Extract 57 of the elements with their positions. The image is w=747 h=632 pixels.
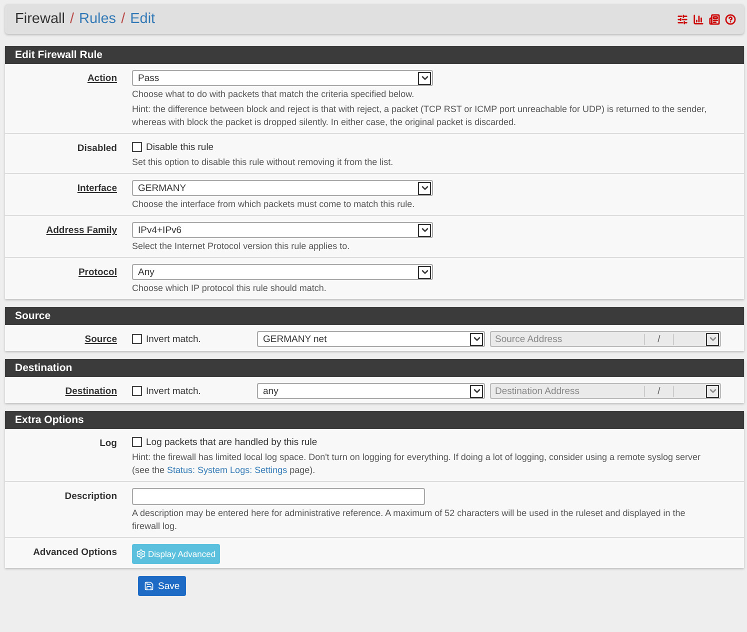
help-text: Set this option to disable this rule without removing it from the list.	[132, 156, 394, 169]
checkbox[interactable]	[132, 142, 142, 152]
description-field[interactable]	[132, 488, 425, 505]
dropdown[interactable]: IPv4+IPv6	[132, 222, 433, 238]
field-label: Protocol	[78, 266, 117, 280]
caret-icon	[706, 332, 719, 346]
help-text: Hint: the firewall has limited local log space. Don't turn on logging for everything. If doing a lot of logging, consider using a remote syslog server (see the Status: System Logs: Settings page).	[132, 451, 702, 477]
dropdown[interactable]: Pass	[132, 70, 433, 86]
field-label: Interface	[77, 182, 117, 196]
gear-icon	[136, 549, 146, 559]
help-text: Choose the interface from which packets must come to match this rule.	[132, 198, 416, 211]
address-field: Destination Address /	[490, 383, 721, 399]
field-label: Action	[87, 72, 117, 86]
checkbox[interactable]	[132, 386, 142, 396]
sliders-icon[interactable]	[677, 14, 688, 24]
address-field: Source Address /	[490, 331, 721, 347]
checkbox-option[interactable]: Log packets that are handled by this rule	[132, 435, 318, 449]
caret-icon	[418, 72, 431, 84]
field-label: Address Family	[46, 224, 117, 238]
caret-icon	[418, 266, 431, 278]
dropdown[interactable]: Any	[132, 264, 433, 280]
dropdown[interactable]: GERMANY net	[257, 331, 485, 347]
caret-icon	[470, 332, 483, 346]
field-label: Destination	[65, 385, 117, 399]
save-button[interactable]: Save	[138, 576, 186, 596]
checkbox-option[interactable]: Invert match.	[132, 332, 257, 346]
save-icon	[144, 581, 154, 591]
help-icon[interactable]	[725, 14, 736, 24]
breadcrumb-text: Firewall	[15, 11, 65, 27]
help-text: Choose what to do with packets that match the criteria specified below.	[132, 88, 416, 101]
field-label: Advanced Options	[33, 546, 117, 560]
help-text: Choose which IP protocol this rule should match.	[132, 282, 328, 295]
settings-link[interactable]: Status: System Logs: Settings	[167, 465, 288, 475]
bar-chart-icon[interactable]	[693, 14, 704, 24]
checkbox[interactable]	[132, 334, 142, 344]
caret-icon	[470, 384, 483, 398]
section-title: Destination	[5, 359, 744, 377]
caret-icon	[418, 224, 431, 236]
field-label: Description	[64, 490, 117, 504]
caret-icon	[706, 384, 719, 398]
help-text: Select the Internet Protocol version this rule applies to.	[132, 240, 351, 253]
field-label: Disabled	[77, 142, 117, 156]
checkbox-option[interactable]: Disable this rule	[132, 140, 214, 154]
help-text: A description may be entered here for administrative reference. A maximum of 52 characters will be used in the ruleset and displayed in the firewall log.	[132, 507, 686, 533]
dropdown[interactable]: any	[257, 383, 485, 399]
separator: /	[121, 11, 126, 27]
field-label: Log	[100, 437, 117, 451]
checkbox-option[interactable]: Invert match.	[132, 384, 257, 398]
caret-icon	[418, 182, 431, 194]
field-label: Source	[84, 333, 117, 347]
help-text: Hint: the difference between block and reject is that with reject, a packet (TCP RST or ICMP port unreachable for UDP) is returned to the sender, whereas with block the packet is dropped silently. In either case, the original packet is discarded.	[132, 103, 708, 129]
section-title: Extra Options	[5, 411, 744, 429]
checkbox[interactable]	[132, 437, 142, 447]
dropdown[interactable]: GERMANY	[132, 180, 433, 196]
separator: /	[70, 11, 74, 27]
section-title: Source	[5, 307, 744, 325]
section-title: Edit Firewall Rule	[5, 46, 744, 64]
